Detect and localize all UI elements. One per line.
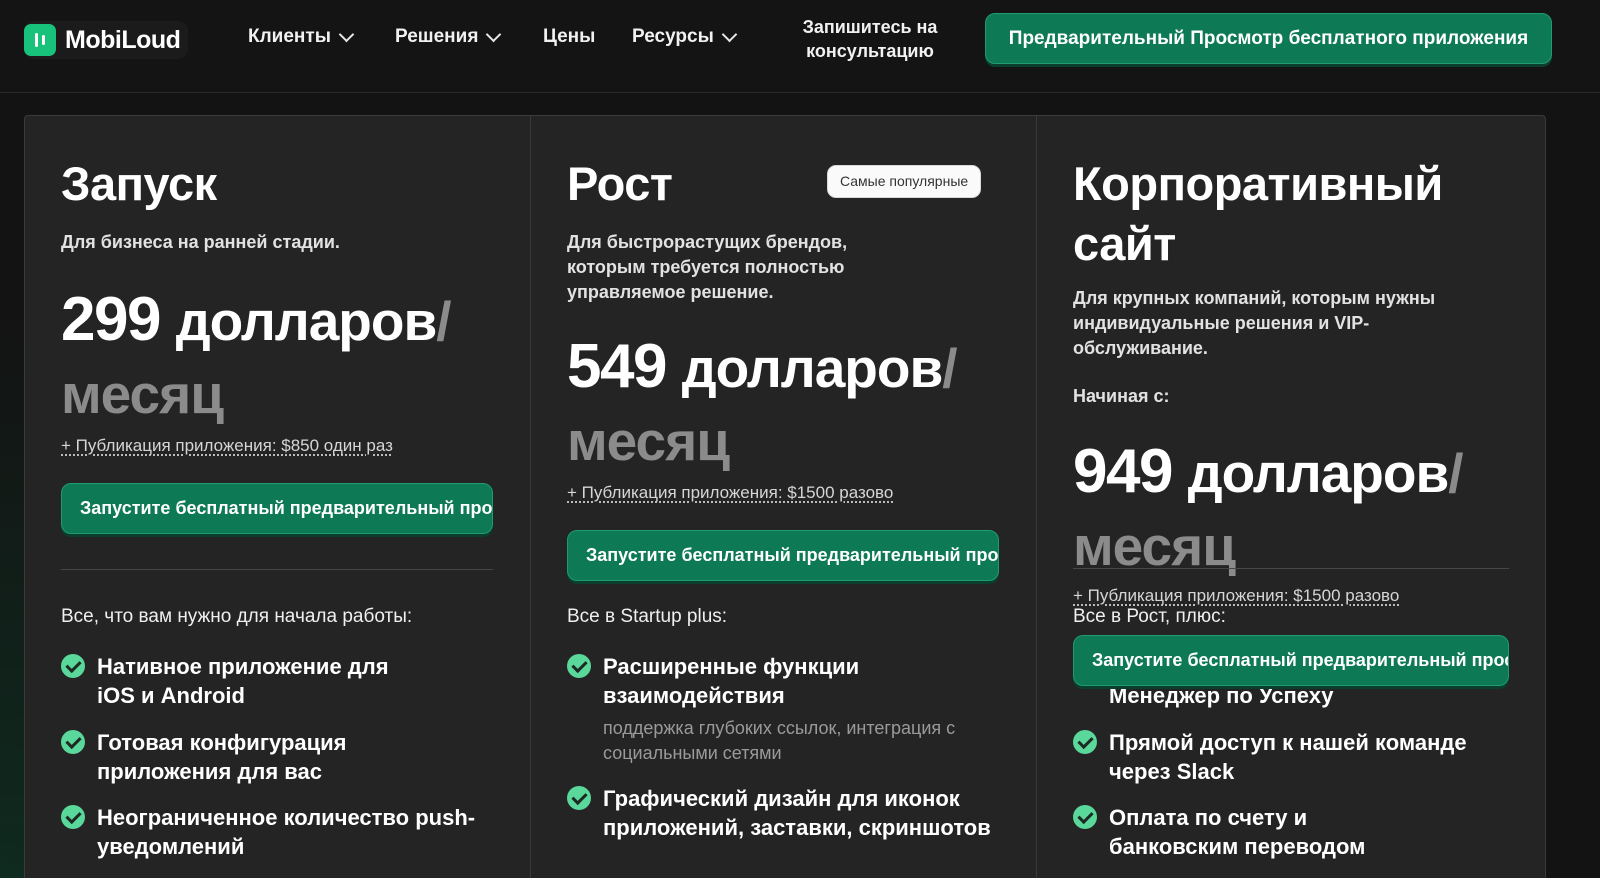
chevron-down-icon [721,26,738,43]
plan-price: 299 долларов/ месяц [61,284,501,430]
feature-title: Неограниченное количество push-уведомлен… [97,805,476,859]
feature-title: Готовая конфигурация приложения для вас [97,730,347,784]
nav-item-pricing[interactable]: Цены [543,26,595,48]
consult-line-2: консультацию [806,41,934,61]
feature-item: Расширенные функции взаимодействия подде… [567,652,997,766]
nav-item-label: Решения [395,26,479,47]
check-circle-icon [61,654,85,678]
features-heading: Все в Рост, плюс: [1073,606,1226,627]
start-free-preview-button[interactable]: Запустите бесплатный предварительный про… [567,530,999,581]
features-heading: Все, что вам нужно для начала работы: [61,606,413,627]
plan-card-growth: Рост Самые популярные Для быстрорастущих… [531,116,1037,878]
price-period: месяц [61,363,224,425]
chevron-down-icon [486,26,502,43]
price-number: 549 [567,332,667,401]
feature-title: Оплата по счету и банковским переводом [1109,805,1366,859]
features-heading: Все в Startup plus: [567,606,728,627]
book-consultation-link[interactable]: Запишитесь на консультацию [798,15,942,63]
start-free-preview-button[interactable]: Запустите бесплатный предварительный про… [61,483,493,534]
price-slash: / [1448,442,1463,504]
feature-item: Графический дизайн для иконок приложений… [567,784,997,842]
feature-item: Неограниченное количество push-уведомлен… [61,803,491,861]
plan-description: Для бизнеса на ранней стадии. [61,232,340,252]
plan-price: 549 долларов/ месяц [567,331,1007,477]
price-slash: / [942,337,957,399]
setup-fee-link[interactable]: + Публикация приложения: $1500 разово [1073,586,1399,606]
feature-title: Нативное приложение для iOS и Android [97,654,389,708]
price-number: 949 [1073,437,1173,506]
nav-item-clients[interactable]: Клиенты [248,26,355,48]
setup-fee-link[interactable]: + Публикация приложения: $850 один раз [61,436,393,456]
check-circle-icon [1073,805,1097,829]
check-circle-icon [567,654,591,678]
nav-item-label: Ресурсы [632,26,714,47]
price-unit: долларов [681,337,944,399]
plan-card-enterprise: Корпоративный сайт Для крупных компаний,… [1037,116,1545,878]
feature-title: Расширенные функции взаимодействия [603,654,860,708]
plan-name: Корпоративный сайт [1073,157,1443,270]
nav-item-label: Клиенты [248,26,331,47]
nav-item-resources[interactable]: Ресурсы [632,26,738,48]
logo-text: MobiLoud [65,25,181,54]
price-unit: долларов [1187,442,1450,504]
chevron-down-icon [338,26,355,43]
start-free-preview-button[interactable]: Запустите бесплатный предварительный про… [1073,635,1509,686]
starting-from-label: Начиная с: [1073,386,1170,406]
plan-description: Для крупных компаний, которым нужны инди… [1073,288,1436,358]
plan-card-launch: Запуск Для бизнеса на ранней стадии. 299… [25,116,531,878]
most-popular-badge: Самые популярные [827,165,982,198]
pricing-table: Запуск Для бизнеса на ранней стадии. 299… [24,115,1546,878]
top-navigation: MobiLoud Клиенты Решения Цены Ресурсы За… [0,0,1600,93]
price-number: 299 [61,285,161,354]
check-circle-icon [61,805,85,829]
consult-line-1: Запишитесь на [802,17,938,37]
plan-name: Рост [567,157,673,210]
feature-item: Оплата по счету и банковским переводом [1073,803,1503,861]
check-circle-icon [61,730,85,754]
nav-item-label: Цены [543,26,596,47]
price-period: месяц [567,410,730,472]
nav-item-solutions[interactable]: Решения [395,26,502,48]
feature-subtitle: поддержка глубоких ссылок, интеграция с … [603,718,956,763]
setup-fee-link[interactable]: + Публикация приложения: $1500 разово [567,483,893,503]
feature-title: Прямой доступ к нашей команде через Slac… [1109,730,1467,784]
check-circle-icon [1073,730,1097,754]
mobiloud-logo-icon [24,24,56,56]
feature-item: Прямой доступ к нашей команде через Slac… [1073,728,1503,786]
feature-title: Графический дизайн для иконок приложений… [603,786,991,840]
price-slash: / [436,290,451,352]
divider [61,569,493,570]
plan-name: Запуск [61,157,217,210]
price-unit: долларов [175,290,438,352]
feature-item: Нативное приложение для iOS и Android [61,652,491,710]
divider [1073,568,1509,569]
plan-price: 949 долларов/ месяц [1073,436,1513,582]
check-circle-icon [567,786,591,810]
mobiloud-logo[interactable]: MobiLoud [24,21,189,59]
free-app-preview-button[interactable]: Предварительный Просмотр бесплатного при… [985,13,1552,64]
feature-item: Готовая конфигурация приложения для вас [61,728,491,786]
plan-description: Для быстрорастущих брендов, которым треб… [567,232,848,302]
